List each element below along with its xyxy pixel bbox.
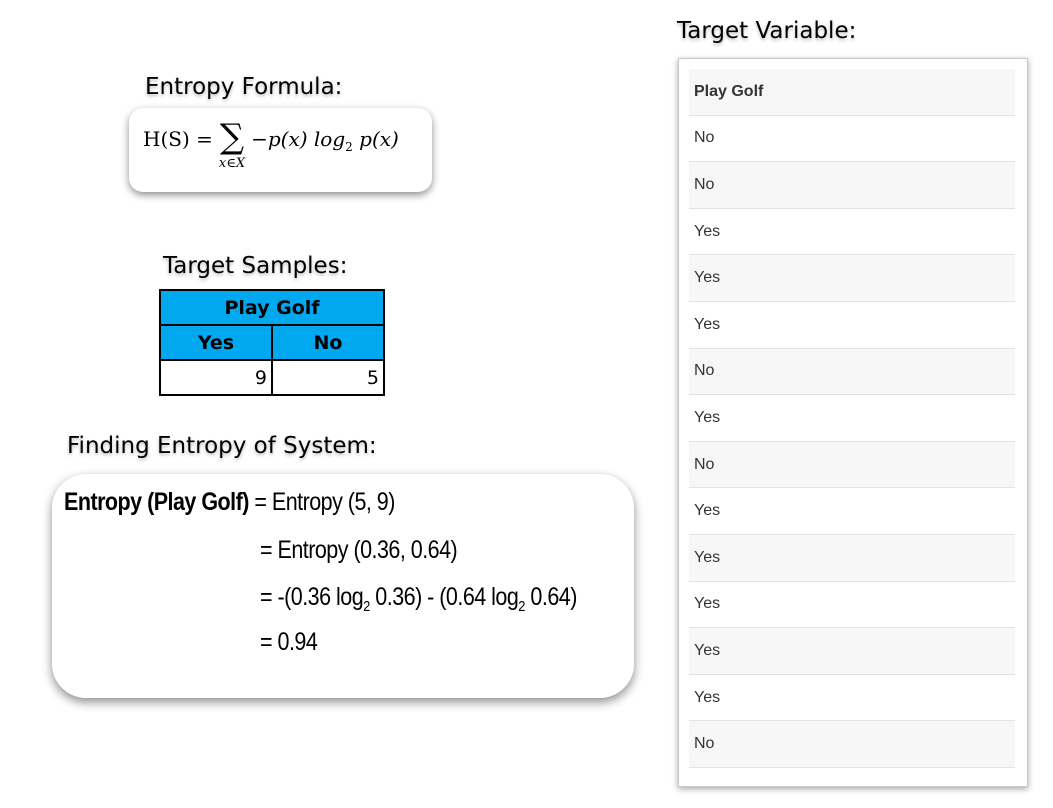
entropy-line-2: = Entropy (0.36, 0.64)	[260, 536, 458, 564]
target-variable-row: Yes	[689, 582, 1015, 629]
target-variable-row: No	[689, 116, 1015, 163]
entropy-label: Entropy (Play Golf)	[64, 488, 249, 516]
target-variable-panel: Play Golf No No Yes Yes Yes No Yes No Yes Yes Yes Y…	[678, 58, 1028, 787]
entropy-calculation-card: Entropy (Play Golf) = Entropy (5, 9) = E…	[52, 474, 634, 698]
formula-log-base: 2	[345, 140, 353, 154]
samples-col-yes: Yes	[159, 324, 273, 361]
entropy-line-3-sub-1: 2	[363, 598, 370, 615]
target-variable-row: Yes	[689, 302, 1015, 349]
target-variable-row: Yes	[689, 255, 1015, 302]
entropy-line-3: = -(0.36 log2 0.36) - (0.64 log2 0.64)	[260, 583, 577, 615]
target-variable-row: Yes	[689, 675, 1015, 722]
summation: ∑ x∈X	[219, 120, 245, 171]
target-variable-row: Yes	[689, 488, 1015, 535]
target-variable-row: Yes	[689, 534, 1015, 582]
target-variable-list: Play Golf No No Yes Yes Yes No Yes No Yes Yes Yes Y…	[689, 69, 1015, 768]
samples-value-no: 5	[271, 359, 385, 396]
target-samples-table: Play Golf Yes No 9 5	[159, 289, 385, 396]
entropy-system-heading: Finding Entropy of System:	[67, 433, 377, 459]
formula-tail: p(x)	[352, 127, 399, 151]
entropy-line-1: Entropy (Play Golf) = Entropy (5, 9)	[64, 488, 395, 517]
entropy-formula-card: H(S) = ∑ x∈X −p(x) log2 p(x)	[129, 108, 432, 192]
target-variable-row: No	[689, 721, 1015, 768]
target-variable-row: Yes	[689, 628, 1015, 675]
entropy-line-3-c: 0.64)	[524, 583, 577, 611]
summation-sign: ∑	[219, 117, 245, 157]
target-variable-row: Yes	[689, 395, 1015, 442]
entropy-formula: H(S) = ∑ x∈X −p(x) log2 p(x)	[143, 120, 399, 171]
samples-table-title: Play Golf	[159, 289, 385, 326]
samples-col-no: No	[271, 324, 385, 361]
target-variable-header: Play Golf	[689, 69, 1015, 116]
formula-lhs: H(S) =	[143, 127, 213, 151]
entropy-formula-heading: Entropy Formula:	[145, 74, 343, 100]
formula-body-text: −p(x) log	[251, 127, 346, 151]
samples-value-yes: 9	[159, 359, 273, 396]
summation-index: x∈X	[218, 156, 246, 171]
target-variable-row: No	[689, 348, 1015, 396]
entropy-line-3-a: = -(0.36 log	[260, 583, 364, 611]
target-variable-row: Yes	[689, 209, 1015, 256]
entropy-line-1-text: = Entropy (5, 9)	[248, 488, 395, 516]
entropy-line-4: = 0.94	[260, 628, 318, 656]
target-variable-row: No	[689, 441, 1015, 489]
target-samples-heading: Target Samples:	[163, 253, 348, 279]
target-variable-row: No	[689, 162, 1015, 209]
target-variable-heading: Target Variable:	[677, 18, 857, 44]
entropy-line-3-b: 0.36) - (0.64 log	[369, 583, 519, 611]
formula-body: −p(x) log2 p(x)	[251, 120, 399, 154]
